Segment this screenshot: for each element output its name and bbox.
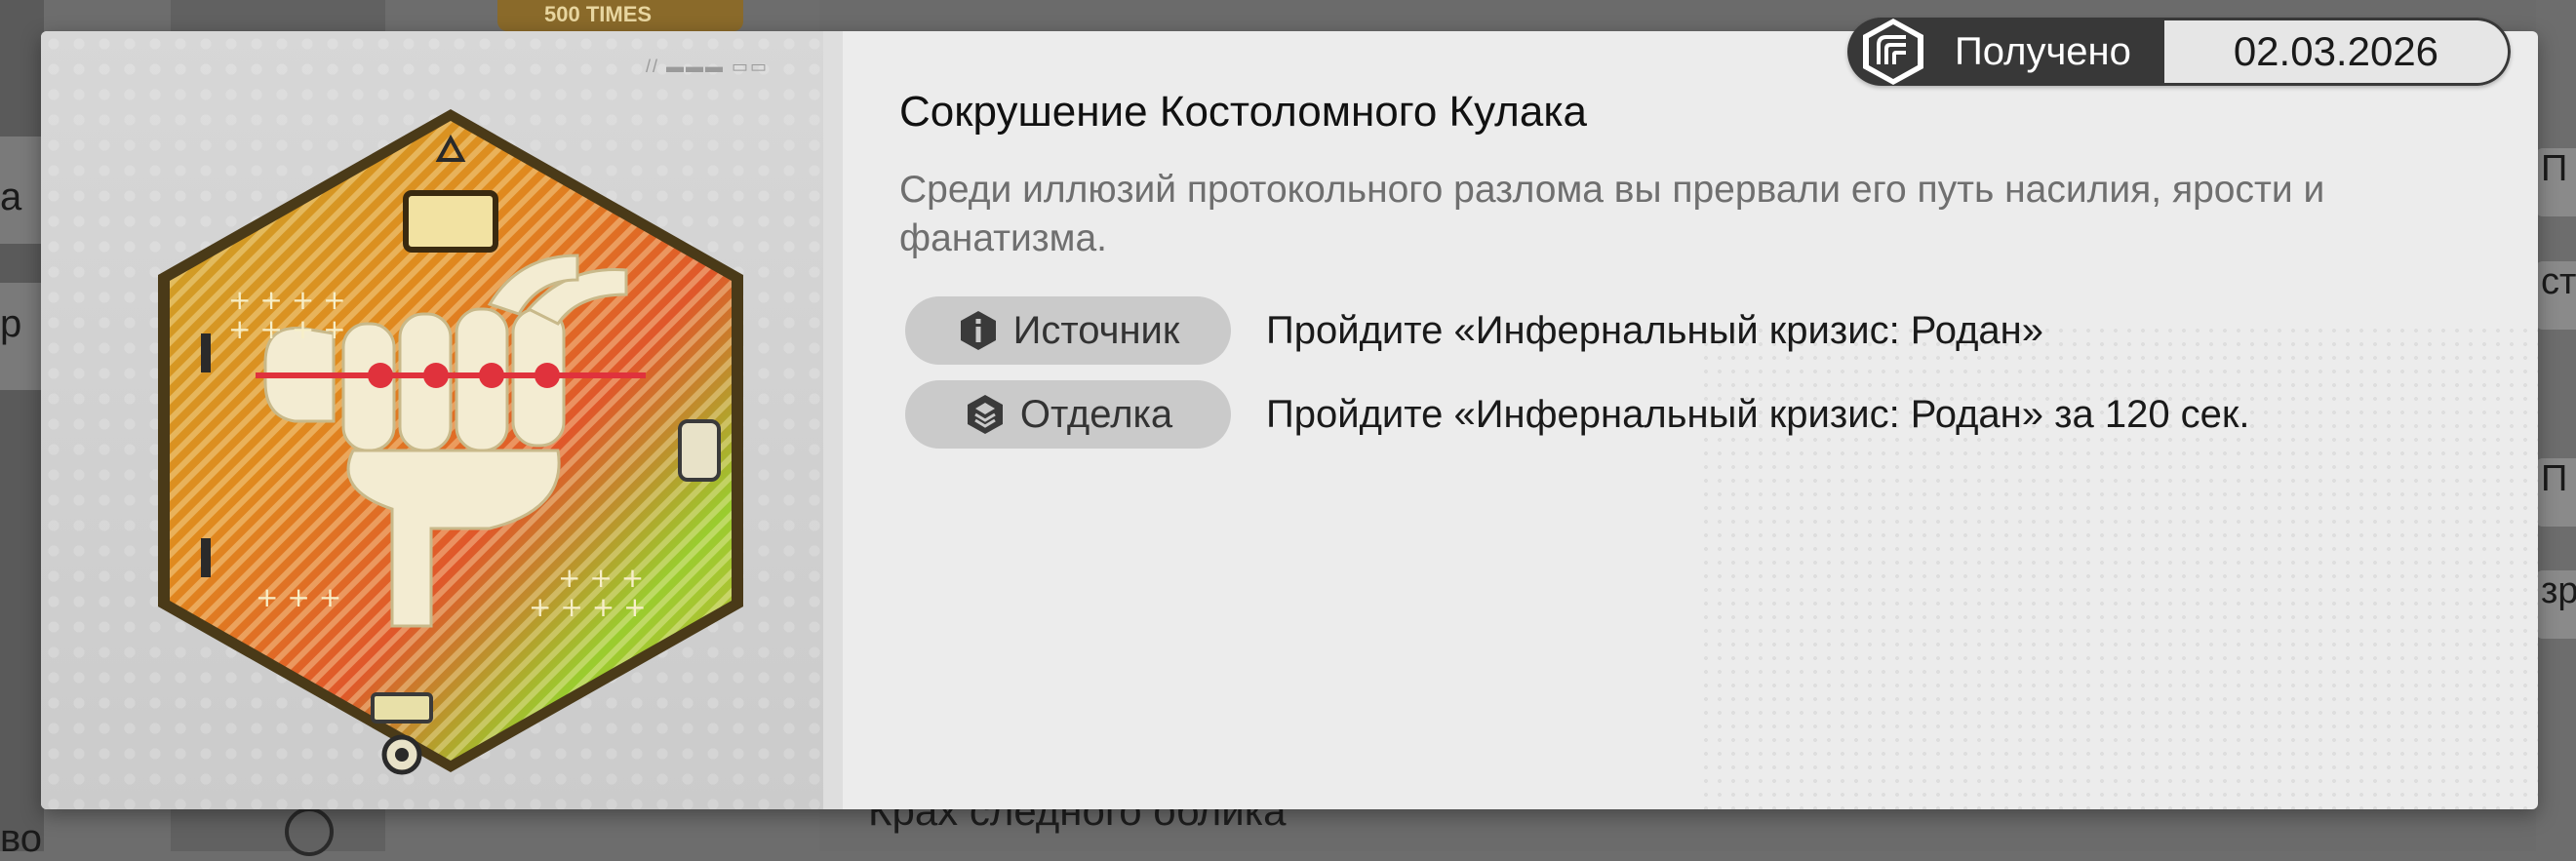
background-thumbnail: 500 TIMES	[497, 0, 743, 31]
panel-divider	[823, 31, 843, 809]
requirement-row-finish: Отделка Пройдите «Инфернальный кризис: Р…	[905, 380, 2250, 449]
requirement-chip-label: Источник	[1012, 308, 1180, 352]
achievement-status-badge: Получено 02.03.2026	[1847, 18, 2511, 86]
requirement-chip-finish: Отделка	[905, 380, 1231, 449]
background-right-card: П	[2535, 148, 2576, 216]
svg-text:+ + +: + + +	[558, 562, 644, 594]
svg-text:+ + + +: + + + +	[228, 284, 346, 316]
info-icon	[960, 311, 996, 350]
status-label: Получено	[1955, 29, 2131, 73]
badge-panel: // ▬▬▬ ▭▭ + + + + + + + + + + + + + + + …	[41, 31, 823, 809]
requirement-chip-source: Источник	[905, 296, 1231, 365]
background-left-label: р	[0, 302, 22, 345]
requirement-chip-label: Отделка	[1019, 392, 1173, 436]
background-left-label: во	[0, 817, 43, 860]
achievement-emblem-icon	[1863, 19, 1923, 85]
svg-text:+ + + +: + + + +	[529, 591, 647, 623]
achievement-description: Среди иллюзий протокольного разлома вы п…	[899, 169, 2325, 259]
achievement-title: Сокрушение Костоломного Кулака	[899, 88, 1588, 136]
requirement-row-source: Источник Пройдите «Инфернальный кризис: …	[905, 296, 2043, 365]
chevron-down-icon	[285, 807, 334, 856]
achievement-badge-icon: + + + + + + + + + + + + + + + + + +	[158, 109, 743, 775]
stack-layers-icon	[967, 395, 1003, 434]
background-left-label: а	[0, 176, 22, 218]
obtained-date: 02.03.2026	[2163, 18, 2511, 86]
panel-corner-mark: // ▬▬▬ ▭▭	[646, 57, 770, 76]
requirement-text: Пройдите «Инфернальный кризис: Родан» за…	[1266, 392, 2250, 436]
svg-text:+ + + +: + + + +	[228, 313, 346, 345]
background-right-card: ст	[2535, 261, 2576, 330]
achievement-detail-dialog: // ▬▬▬ ▭▭ + + + + + + + + + + + + + + + …	[41, 31, 2538, 809]
background-left-column	[0, 0, 44, 851]
status-obtained: Получено	[1847, 18, 2164, 86]
requirement-text: Пройдите «Инфернальный кризис: Родан»	[1266, 308, 2044, 352]
background-right-card: П	[2535, 458, 2576, 527]
background-right-card: зр	[2535, 570, 2576, 639]
svg-text:+ + +: + + +	[256, 581, 341, 613]
